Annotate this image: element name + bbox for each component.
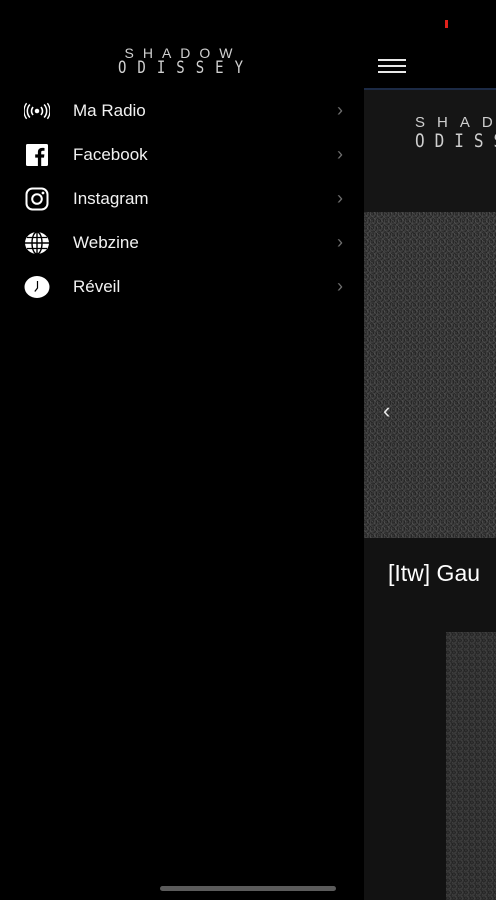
gesture-nav-handle[interactable] [160,886,336,891]
chevron-right-icon: › [337,188,343,208]
menu-item-label: Webzine [73,233,139,252]
radio-broadcast-icon [24,100,50,122]
menu-item-instagram[interactable]: Instagram › [0,177,364,221]
status-indicator [445,20,448,28]
alarm-clock-icon [24,276,50,298]
menu-item-label: Réveil [73,277,121,296]
menu-item-webzine[interactable]: Webzine › [0,221,364,265]
hamburger-menu-icon[interactable] [378,59,408,77]
drawer-menu: Ma Radio › Facebook › Instagram › Webzin… [0,89,364,309]
facebook-icon [24,144,50,166]
globe-icon [24,231,50,255]
app-header [364,90,496,212]
menu-item-label: Facebook [73,145,148,164]
chevron-right-icon: › [337,276,343,296]
menu-item-reveil[interactable]: Réveil › [0,265,364,309]
drawer-logo: SHADOW ODISSEY [118,45,255,78]
menu-item-ma-radio[interactable]: Ma Radio › [0,89,364,133]
app-header-logo: SHADOW ODISSEY [415,115,496,149]
menu-item-facebook[interactable]: Facebook › [0,133,364,177]
article-card-image[interactable] [446,632,496,900]
navigation-drawer: SHADOW ODISSEY Ma Radio › Facebook › Ins… [0,0,364,900]
instagram-icon [24,187,50,211]
menu-item-label: Ma Radio [73,101,146,120]
slider-prev-icon[interactable]: ‹ [383,398,390,424]
chevron-right-icon: › [337,232,343,252]
menu-item-label: Instagram [73,189,149,208]
hero-slider-image[interactable] [364,212,496,538]
chevron-right-icon: › [337,144,343,164]
hero-caption-title[interactable]: [Itw] Gau [388,560,480,587]
chevron-right-icon: › [337,100,343,120]
